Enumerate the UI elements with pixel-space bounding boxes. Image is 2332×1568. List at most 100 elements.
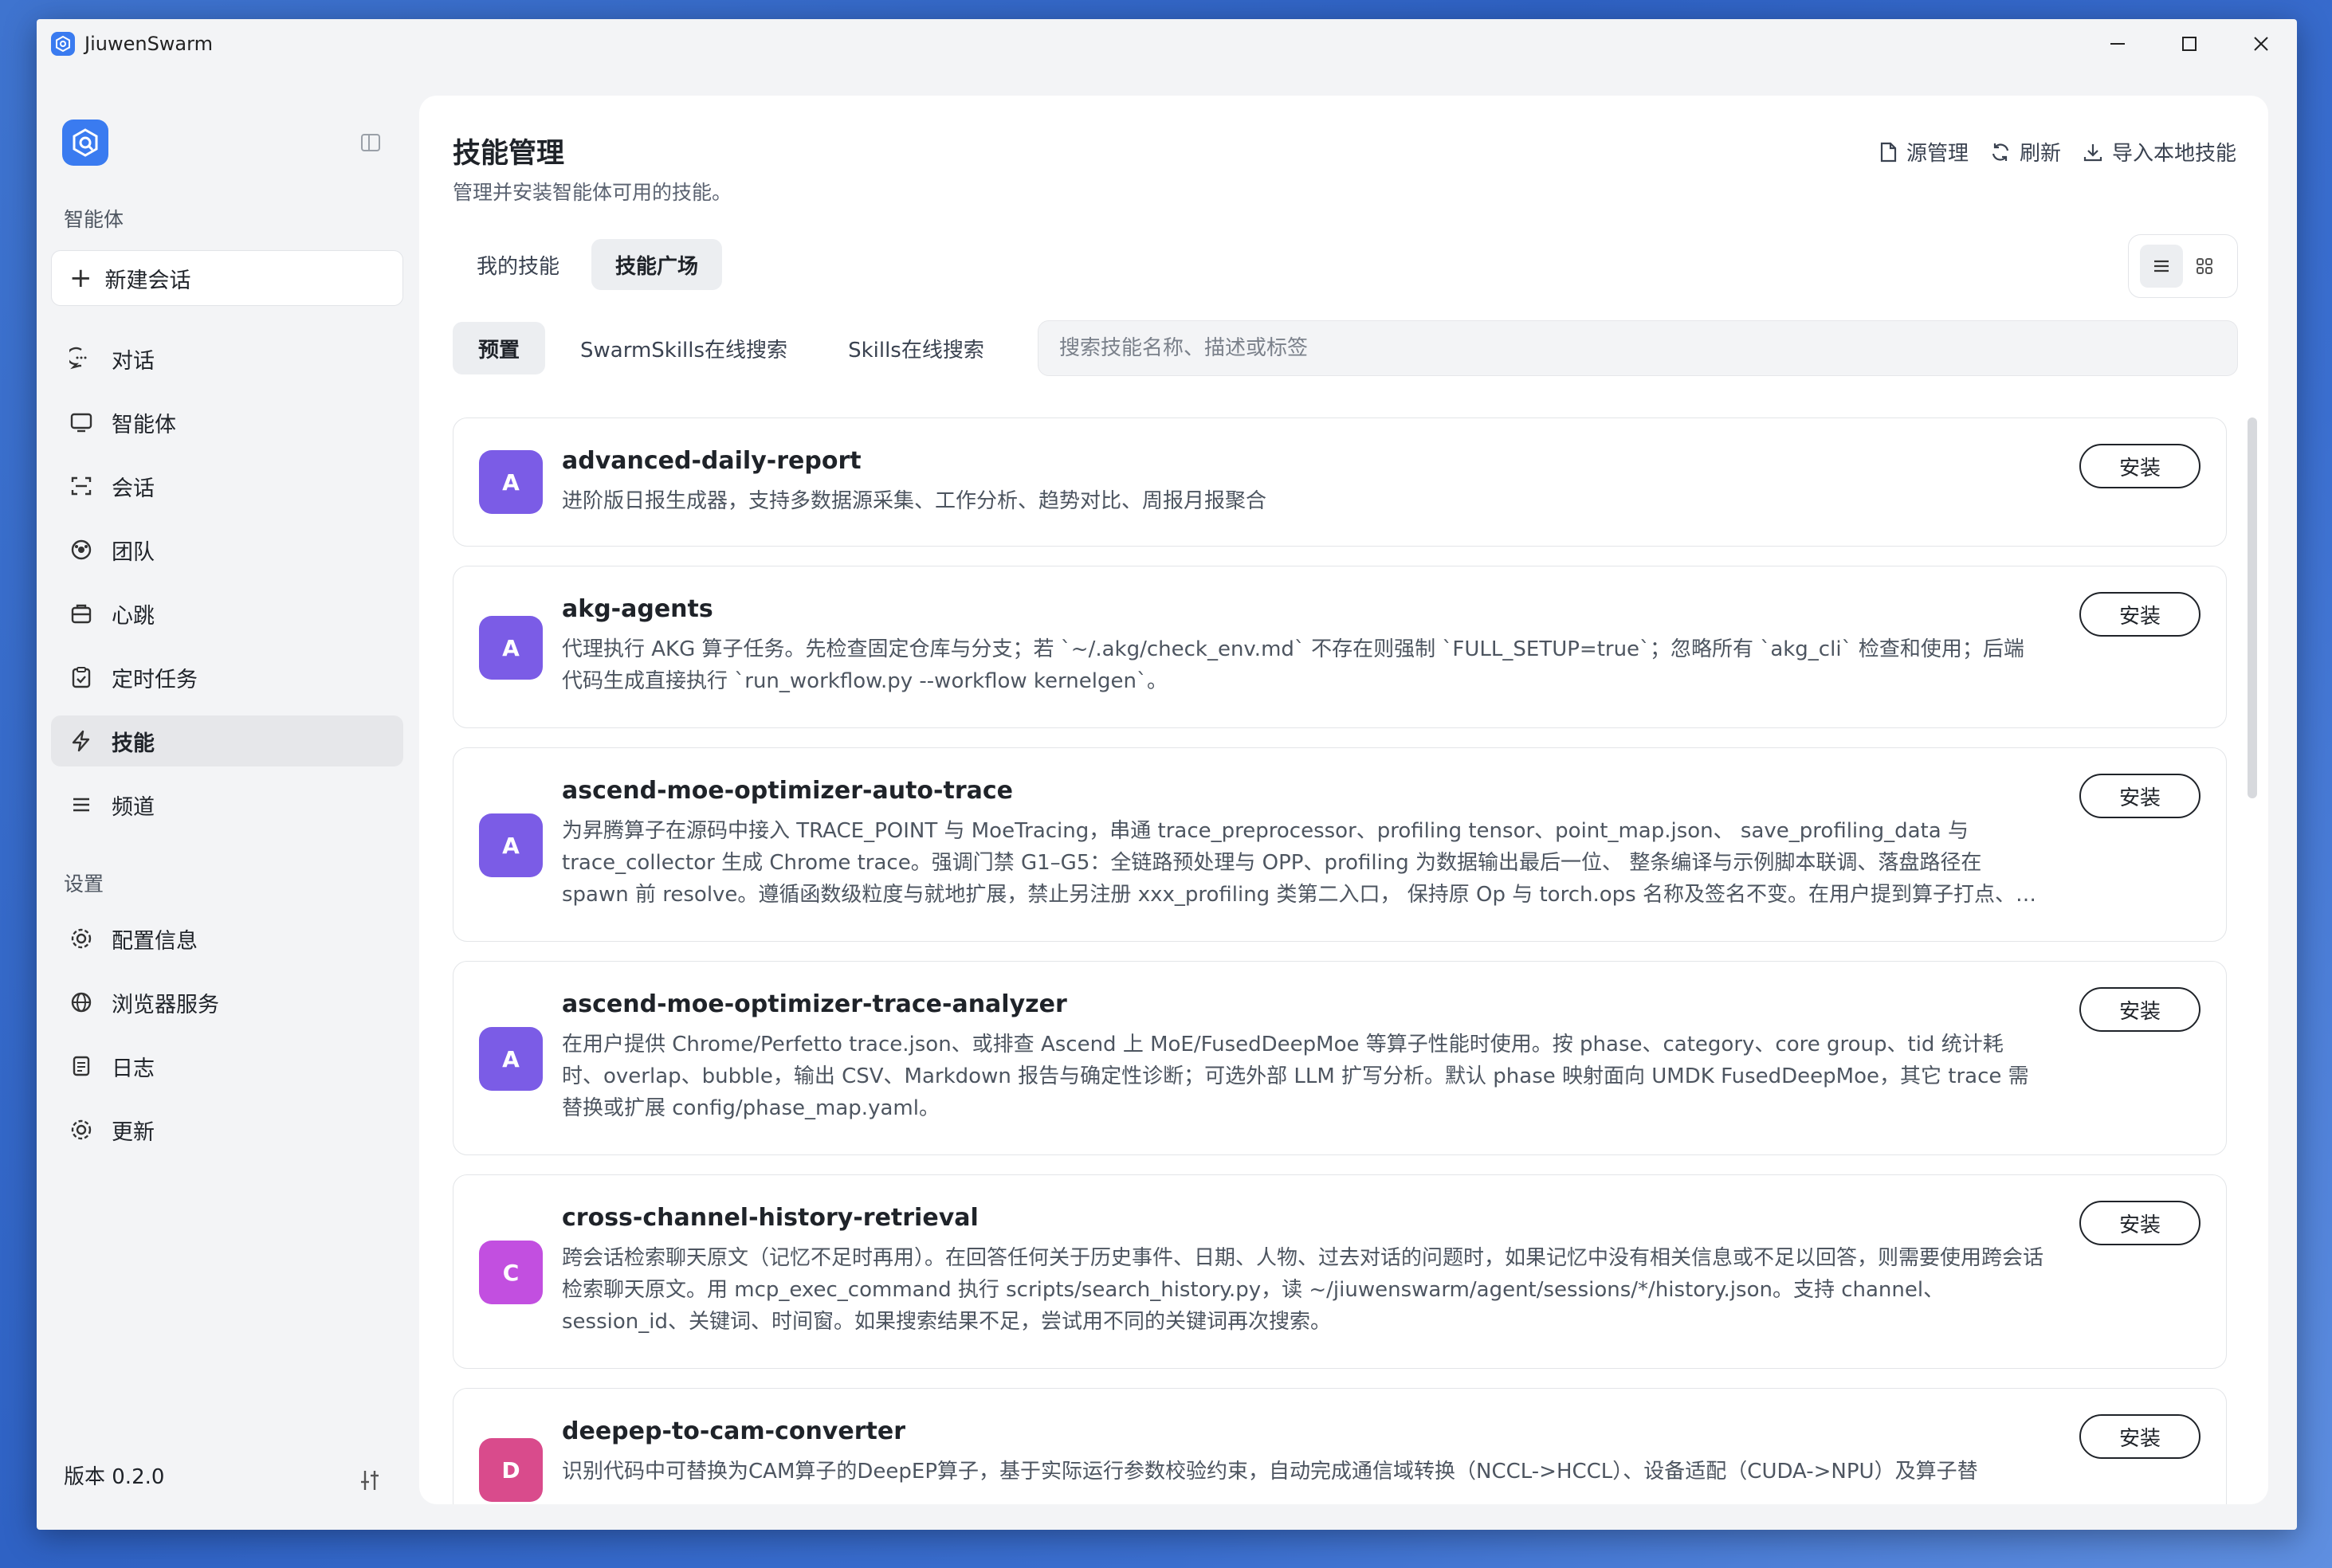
sidebar-collapse-icon (361, 134, 380, 151)
monitor-icon (69, 410, 94, 435)
sidebar-item-logs[interactable]: 日志 (51, 1041, 403, 1092)
skill-search-input[interactable] (1038, 320, 2238, 376)
subtab-preset[interactable]: 预置 (453, 322, 546, 374)
download-icon (2083, 143, 2102, 161)
close-button[interactable] (2225, 19, 2297, 69)
sidebar-item-label: 配置信息 (112, 928, 198, 954)
new-chat-button[interactable]: + 新建会话 (51, 250, 403, 306)
skill-avatar: A (479, 616, 543, 680)
sidebar-item-label: 对话 (112, 348, 155, 374)
skill-name: ascend-moe-optimizer-trace-analyzer (562, 990, 1067, 1018)
sidebar-item-chat[interactable]: 对话 (51, 333, 403, 384)
skill-description: 为昇腾算子在源码中接入 TRACE_POINT 与 MoeTracing，串通 … (562, 819, 2036, 907)
install-button[interactable]: 安装 (2079, 444, 2200, 488)
sliders-icon (361, 1471, 379, 1490)
subtab-swarmskills-search[interactable]: SwarmSkills在线搜索 (555, 322, 813, 374)
list-view-icon (2154, 260, 2169, 272)
sidebar-collapse-button[interactable] (359, 131, 383, 155)
grid-view-button[interactable] (2183, 245, 2226, 288)
refresh-button[interactable]: 刷新 (1989, 137, 2061, 167)
maximize-button[interactable] (2153, 19, 2225, 69)
sidebar-item-label: 定时任务 (112, 667, 198, 692)
skill-avatar: A (479, 1027, 543, 1091)
install-button[interactable]: 安装 (2079, 592, 2200, 637)
install-button[interactable]: 安装 (2079, 987, 2200, 1032)
skill-description: 在用户提供 Chrome/Perfetto trace.json、或排查 Asc… (562, 1033, 2029, 1120)
team-globe-icon (69, 537, 94, 563)
plus-icon: + (69, 262, 92, 294)
source-subtabs: 预置 SwarmSkills在线搜索 Skills在线搜索 (453, 322, 1019, 374)
update-gear-icon (69, 1117, 94, 1143)
clipboard-check-icon (69, 664, 94, 690)
skill-name: cross-channel-history-retrieval (562, 1204, 979, 1232)
sidebar-item-label: 浏览器服务 (112, 992, 219, 1017)
title-bar: JiuwenSwarm (37, 19, 2297, 69)
install-button[interactable]: 安装 (2079, 1414, 2200, 1459)
agents-section-label: 智能体 (64, 208, 124, 231)
install-button[interactable]: 安装 (2079, 1201, 2200, 1245)
refresh-label: 刷新 (2019, 142, 2061, 166)
sidebar-item-label: 团队 (112, 539, 155, 565)
skill-description: 跨会话检索聊天原文（记忆不足时再用）。在回答任何关于历史事件、日期、人物、过去对… (562, 1246, 2044, 1334)
settings-section-label: 设置 (64, 872, 104, 896)
globe-icon (69, 990, 94, 1015)
skill-name: advanced-daily-report (562, 447, 862, 475)
sidebar-item-label: 会话 (112, 476, 155, 501)
skill-description: 进阶版日报生成器，支持多数据源采集、工作分析、趋势对比、周报月报聚合 (562, 489, 1267, 513)
sidebar-item-label: 技能 (112, 731, 155, 756)
sidebar-item-label: 日志 (112, 1056, 155, 1081)
skill-avatar: A (479, 450, 543, 514)
lightning-icon (69, 728, 94, 754)
subtab-skills-search[interactable]: Skills在线搜索 (822, 322, 1010, 374)
skill-description: 识别代码中可替换为CAM算子的DeepEP算子，基于实际运行参数校验约束，自动完… (562, 1460, 1978, 1484)
sidebar-item-label: 智能体 (112, 412, 176, 437)
skill-avatar: C (479, 1241, 543, 1304)
version-label: 版本 0.2.0 (64, 1465, 165, 1489)
sidebar-item-label: 频道 (112, 794, 155, 820)
skill-avatar: D (479, 1438, 543, 1502)
chat-bubble-icon (69, 346, 94, 371)
skill-list-scrollbar[interactable] (2248, 417, 2257, 798)
source-manage-label: 源管理 (1906, 142, 1969, 166)
sidebar-item-update[interactable]: 更新 (51, 1104, 403, 1155)
tab-skill-market[interactable]: 技能广场 (591, 239, 723, 290)
app-logo-icon (51, 32, 75, 56)
tab-my-skills[interactable]: 我的技能 (453, 239, 583, 290)
sidebar: 智能体 + 新建会话 对话 智能体 会话 团队 心跳 定时任务 技能 频道 设置… (37, 69, 427, 1530)
log-file-icon (69, 1053, 94, 1079)
app-window: JiuwenSwarm 智能体 + 新建会话 对话 智能体 会话 团队 心跳 定… (37, 19, 2297, 1530)
preferences-button[interactable] (355, 1466, 384, 1495)
import-local-skill-label: 导入本地技能 (2111, 142, 2236, 166)
skill-avatar: A (479, 813, 543, 877)
sidebar-item-heartbeat[interactable]: 心跳 (51, 588, 403, 639)
sidebar-item-scheduled-tasks[interactable]: 定时任务 (51, 652, 403, 703)
skill-name: akg-agents (562, 595, 713, 623)
refresh-icon (1992, 143, 2009, 161)
sidebar-item-agents[interactable]: 智能体 (51, 397, 403, 448)
skill-card: C cross-channel-history-retrieval 跨会话检索聊… (453, 1174, 2227, 1369)
sidebar-item-skills[interactable]: 技能 (51, 715, 403, 766)
sidebar-item-sessions[interactable]: 会话 (51, 461, 403, 512)
list-icon (69, 792, 94, 817)
list-view-button[interactable] (2140, 245, 2183, 288)
import-local-skill-button[interactable]: 导入本地技能 (2082, 137, 2236, 167)
window-title: JiuwenSwarm (84, 33, 213, 55)
view-toggle (2128, 234, 2238, 298)
sidebar-item-config[interactable]: 配置信息 (51, 913, 403, 964)
skill-card: A ascend-moe-optimizer-auto-trace 为昇腾算子在… (453, 747, 2227, 942)
skill-card: A akg-agents 代理执行 AKG 算子任务。先检查固定仓库与分支；若 … (453, 566, 2227, 728)
skill-card: A advanced-daily-report 进阶版日报生成器，支持多数据源采… (453, 417, 2227, 547)
grid-view-icon (2197, 258, 2212, 274)
sidebar-item-browser-service[interactable]: 浏览器服务 (51, 977, 403, 1028)
main-panel: 技能管理 管理并安装智能体可用的技能。 源管理 刷新 导入本地技能 我的技能 技… (419, 96, 2268, 1504)
source-manage-button[interactable]: 源管理 (1878, 137, 1969, 167)
skill-card: D deepep-to-cam-converter 识别代码中可替换为CAM算子… (453, 1388, 2227, 1504)
brand-logo-icon[interactable] (62, 120, 108, 166)
new-chat-label: 新建会话 (104, 268, 191, 293)
sidebar-item-team[interactable]: 团队 (51, 524, 403, 575)
install-button[interactable]: 安装 (2079, 774, 2200, 818)
minimize-button[interactable] (2082, 19, 2153, 69)
session-scan-icon (69, 473, 94, 499)
sidebar-item-channels[interactable]: 频道 (51, 779, 403, 830)
header-actions: 源管理 刷新 导入本地技能 (1857, 137, 2236, 167)
